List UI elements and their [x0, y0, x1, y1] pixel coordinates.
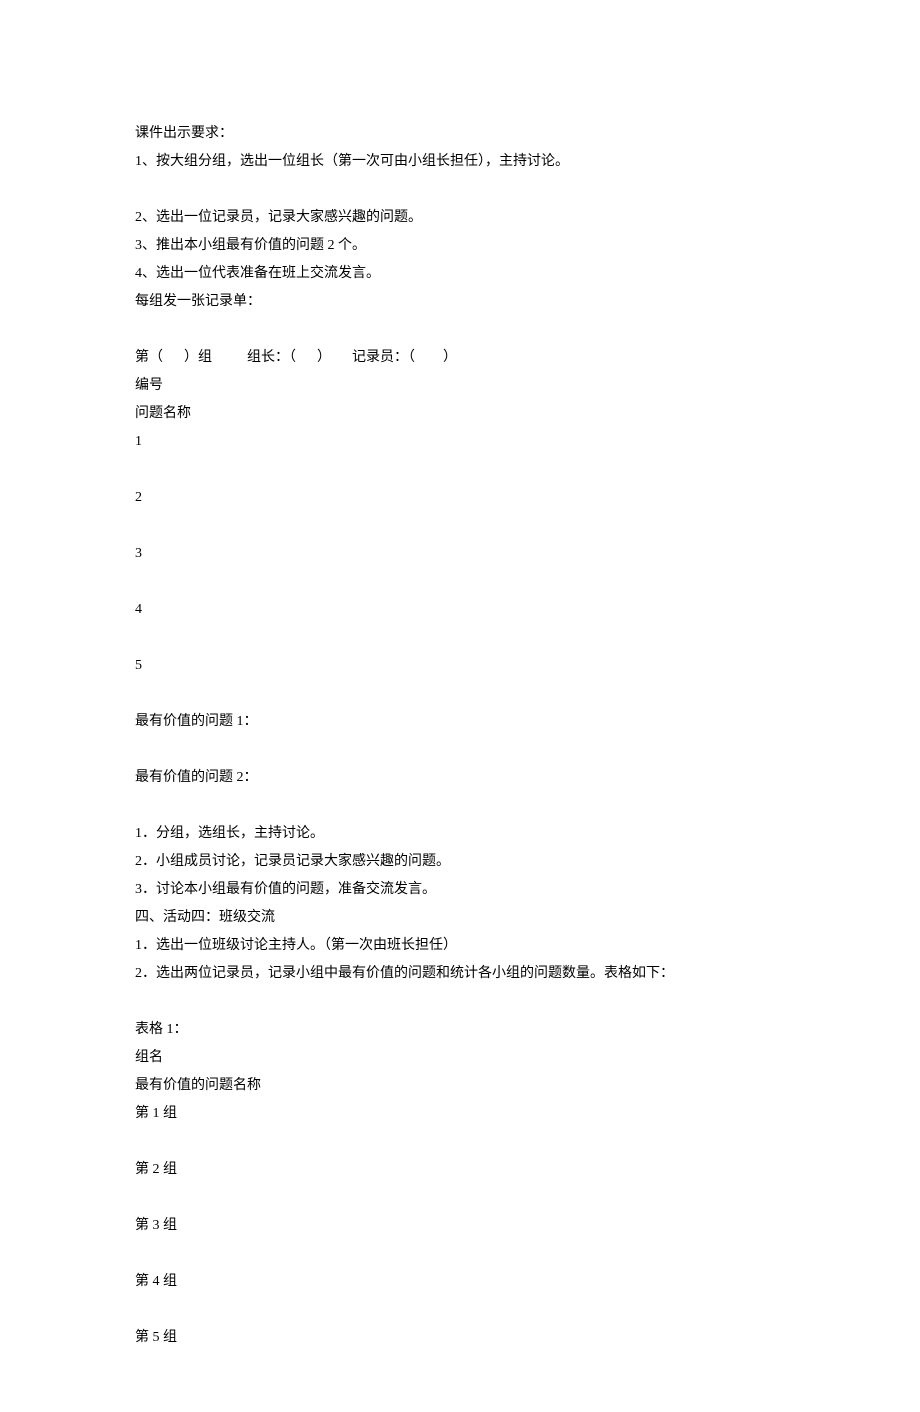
leader-prefix: 组长：（ — [247, 350, 296, 365]
table1-group-1: 第 1 组 — [135, 1100, 785, 1128]
step-3: 3．讨论本小组最有价值的问题，准备交流发言。 — [135, 876, 785, 904]
valuable-question-2: 最有价值的问题 2： — [135, 764, 785, 792]
valuable-question-1: 最有价值的问题 1： — [135, 708, 785, 736]
table1-group-5: 第 5 组 — [135, 1324, 785, 1352]
row-1: 1 — [135, 428, 785, 456]
form-header-line: 第（ ）组 组长：（ ） 记录员：（ ） — [135, 344, 785, 372]
recorder-prefix: 记录员：（ — [352, 350, 415, 365]
label-number: 编号 — [135, 372, 785, 400]
group-blank — [163, 350, 184, 365]
table1-group-2: 第 2 组 — [135, 1156, 785, 1184]
step-1: 1．分组，选组长，主持讨论。 — [135, 820, 785, 848]
group-prefix: 第（ — [135, 350, 163, 365]
activity-four-title: 四、活动四：班级交流 — [135, 904, 785, 932]
label-question-name: 问题名称 — [135, 400, 785, 428]
row-4: 4 — [135, 596, 785, 624]
table1-title: 表格 1： — [135, 1016, 785, 1044]
group-suffix: ）组 — [184, 350, 212, 365]
rule-4: 4、选出一位代表准备在班上交流发言。 — [135, 260, 785, 288]
rule-1: 1、按大组分组，选出一位组长（第一次可由小组长担任），主持讨论。 — [135, 148, 785, 176]
record-sheet-intro: 每组发一张记录单： — [135, 288, 785, 316]
recorder-suffix: ） — [443, 350, 457, 365]
table1-group-3: 第 3 组 — [135, 1212, 785, 1240]
table1-col1: 组名 — [135, 1044, 785, 1072]
activity-step-1: 1．选出一位班级讨论主持人。（第一次由班长担任） — [135, 932, 785, 960]
row-2: 2 — [135, 484, 785, 512]
table1-col2: 最有价值的问题名称 — [135, 1072, 785, 1100]
table1-group-4: 第 4 组 — [135, 1268, 785, 1296]
recorder-blank — [415, 350, 443, 365]
leader-blank — [296, 350, 317, 365]
step-2: 2．小组成员讨论，记录员记录大家感兴趣的问题。 — [135, 848, 785, 876]
rule-2: 2、选出一位记录员，记录大家感兴趣的问题。 — [135, 204, 785, 232]
title: 课件出示要求： — [135, 120, 785, 148]
leader-suffix: ） — [317, 350, 331, 365]
row-3: 3 — [135, 540, 785, 568]
row-5: 5 — [135, 652, 785, 680]
activity-step-2: 2．选出两位记录员，记录小组中最有价值的问题和统计各小组的问题数量。表格如下： — [135, 960, 785, 988]
rule-3: 3、推出本小组最有价值的问题 2 个。 — [135, 232, 785, 260]
